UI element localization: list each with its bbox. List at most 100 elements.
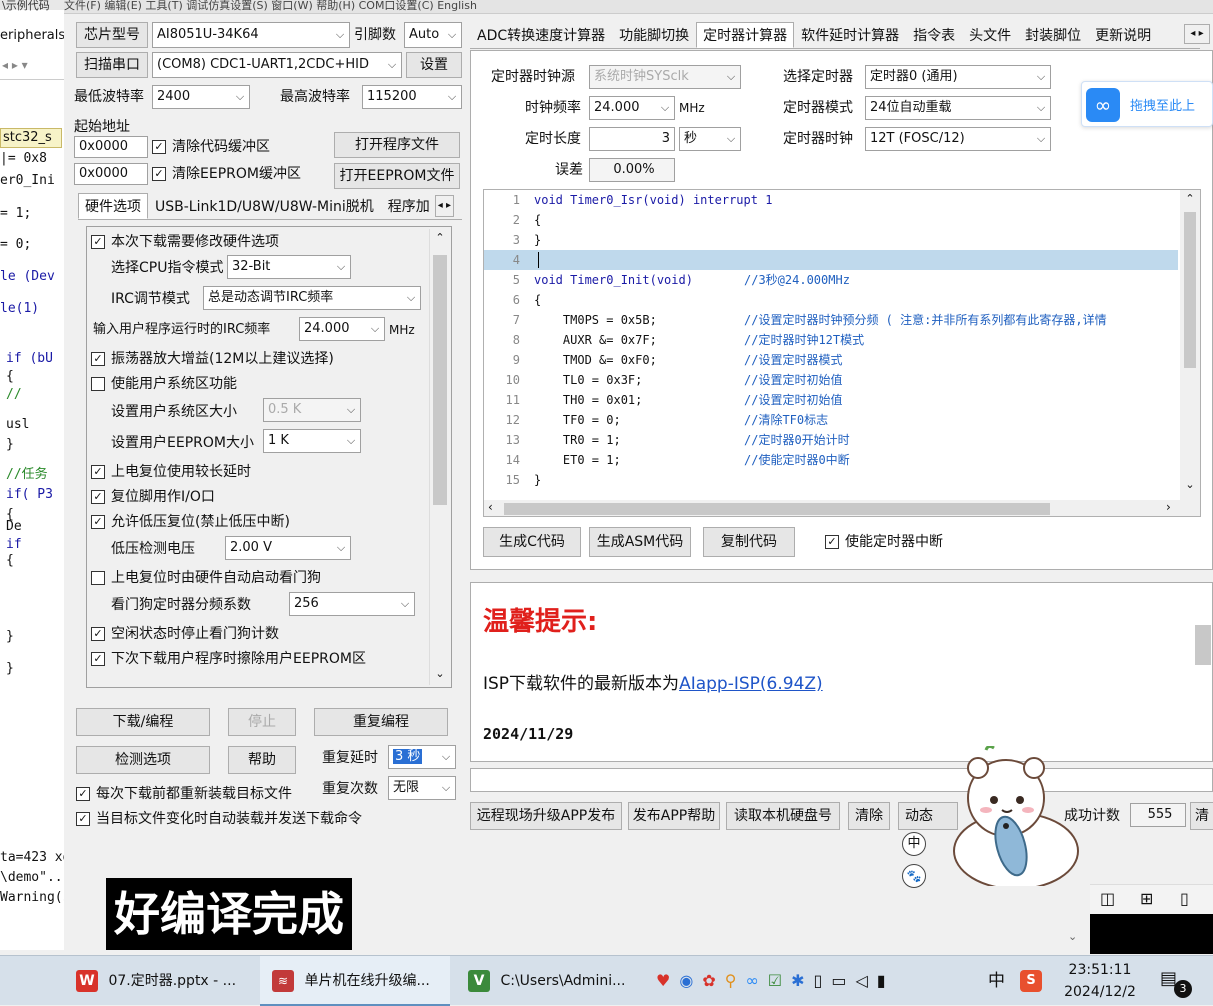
bg-file-tab[interactable]: stc32_s xyxy=(0,128,62,148)
tab-header-file[interactable]: 头文件 xyxy=(962,22,1018,48)
copy-code-button[interactable]: 复制代码 xyxy=(703,527,795,557)
max-baud-select[interactable]: 115200 ⌵ xyxy=(362,85,462,109)
generated-code-editor[interactable]: 1 void Timer0_Isr(void) interrupt 1 2{3} 4 5… xyxy=(483,189,1201,517)
open-program-button[interactable]: 打开程序文件 xyxy=(334,132,460,158)
taskbar-item-explorer[interactable]: V C:\Users\Admini... xyxy=(468,956,638,1006)
scroll-up-icon[interactable]: ⌃ xyxy=(430,231,450,244)
ime-float-indicator[interactable]: 中 xyxy=(902,832,926,856)
stop-button[interactable]: 停止 xyxy=(228,708,296,736)
clock-source-select[interactable]: 系统时钟SYSclk ⌵ xyxy=(589,65,741,89)
user-system-size-select[interactable]: 0.5 K ⌵ xyxy=(263,398,361,422)
system-tray-icons[interactable]: ♥◉✿⚲∞☑✱▯▭◁▮ xyxy=(656,956,895,1006)
tab-instruction-table[interactable]: 指令表 xyxy=(906,22,962,48)
watchdog-idle-stop-checkbox[interactable]: ✓ 空闲状态时停止看门狗计数 xyxy=(91,625,279,643)
read-disk-id-button[interactable]: 读取本机硬盘号 xyxy=(726,802,840,830)
layout-panel-icon[interactable]: ◫ xyxy=(1100,889,1115,908)
tab-timer-calculator[interactable]: 定时器计算器 xyxy=(696,22,795,48)
publish-app-help-button[interactable]: 发布APP帮助 xyxy=(628,802,720,830)
irc-frequency-select[interactable]: 24.000 ⌵ xyxy=(299,317,385,341)
timer-unit-select[interactable]: 秒 ⌵ xyxy=(679,127,741,151)
osc-gain-checkbox[interactable]: ✓ 振荡器放大增益(12M以上建议选择) xyxy=(91,350,334,368)
repeat-count-select[interactable]: 无限 ⌵ xyxy=(388,776,456,800)
download-program-button[interactable]: 下载/编程 xyxy=(76,708,210,736)
tab-pin-switch[interactable]: 功能脚切换 xyxy=(612,22,696,48)
timer-clock-select[interactable]: 12T (FOSC/12) ⌵ xyxy=(865,127,1051,151)
modify-hardware-checkbox[interactable]: ✓ 本次下载需要修改硬件选项 xyxy=(91,233,279,251)
eeprom-address-input[interactable]: 0x0000 xyxy=(74,163,148,185)
scroll-down-icon[interactable]: ⌄ xyxy=(430,667,450,680)
tab-package-pins[interactable]: 封装脚位 xyxy=(1018,22,1088,48)
drag-upload-widget[interactable]: ∞ 拖拽至此上 xyxy=(1081,81,1213,127)
max-baud-label: 最高波特率 xyxy=(280,89,350,105)
generate-c-button[interactable]: 生成C代码 xyxy=(483,527,581,557)
reset-count-button[interactable]: 清零 xyxy=(1190,802,1213,830)
clear-eeprom-checkbox[interactable]: ✓ 清除EEPROM缓冲区 xyxy=(152,165,301,183)
book-view-icon[interactable]: ▯ xyxy=(1180,889,1189,908)
cpu-mode-select[interactable]: 32-Bit ⌵ xyxy=(227,255,351,279)
scrollbar-thumb[interactable] xyxy=(433,255,447,505)
tip-scrollbar-thumb[interactable] xyxy=(1195,625,1211,665)
long-reset-delay-checkbox[interactable]: ✓ 上电复位使用较长延时 xyxy=(91,463,251,481)
low-voltage-reset-checkbox[interactable]: ✓ 允许低压复位(禁止低压中断) xyxy=(91,513,290,531)
enable-timer-interrupt-checkbox[interactable]: ✓ 使能定时器中断 xyxy=(825,533,943,551)
tab-scroll-arrows[interactable]: ◂ ▸ xyxy=(434,195,455,217)
open-eeprom-button[interactable]: 打开EEPROM文件 xyxy=(334,163,460,189)
code-vertical-scrollbar[interactable]: ⌃ ⌄ xyxy=(1180,190,1200,500)
tab-program-add[interactable]: 程序加 xyxy=(381,193,435,219)
code-address-input[interactable]: 0x0000 xyxy=(74,136,148,158)
settings-button[interactable]: 设置 xyxy=(406,52,462,78)
pins-select[interactable]: Auto ⌵ xyxy=(404,22,462,48)
user-system-area-checkbox[interactable]: 使能用户系统区功能 xyxy=(91,375,237,393)
irc-mode-select[interactable]: 总是动态调节IRC频率 ⌵ xyxy=(203,286,421,310)
reset-pin-io-checkbox[interactable]: ✓ 复位脚用作I/O口 xyxy=(91,488,215,506)
tip-version-link[interactable]: AIapp-ISP(6.94Z) xyxy=(679,674,823,694)
taskbar-item-ppt[interactable]: W 07.定时器.pptx - ... xyxy=(76,956,246,1006)
chip-model-button[interactable]: 芯片型号 xyxy=(76,22,148,48)
com-port-select[interactable]: (COM8) CDC1-UART1,2CDC+HID ⌵ xyxy=(152,52,402,78)
code-hscroll-thumb[interactable] xyxy=(504,503,1050,515)
grid-view-icon[interactable]: ⊞ xyxy=(1140,889,1153,908)
lvd-voltage-select[interactable]: 2.00 V ⌵ xyxy=(225,536,351,560)
select-timer-select[interactable]: 定时器0 (通用) ⌵ xyxy=(865,65,1051,89)
user-eeprom-size-select[interactable]: 1 K ⌵ xyxy=(263,429,361,453)
sogou-icon[interactable]: S xyxy=(1020,956,1042,1006)
clock-date[interactable]: 2024/12/2 xyxy=(1060,982,1140,1002)
repeat-delay-select[interactable]: 3 秒 ⌵ xyxy=(388,745,456,769)
ime-indicator[interactable]: 中 xyxy=(988,956,1005,1006)
reload-each-checkbox[interactable]: ✓ 每次下载前都重新装载目标文件 xyxy=(76,785,292,803)
watchdog-auto-start-checkbox[interactable]: 上电复位时由硬件自动启动看门狗 xyxy=(91,569,321,587)
generate-asm-button[interactable]: 生成ASM代码 xyxy=(589,527,691,557)
clock-frequency-select[interactable]: 24.000 ⌵ xyxy=(589,96,675,120)
min-baud-select[interactable]: 2400 ⌵ xyxy=(152,85,250,109)
erase-eeprom-checkbox[interactable]: ✓ 下次下载用户程序时擦除用户EEPROM区 xyxy=(91,650,366,668)
tab-usb-link[interactable]: USB-Link1D/U8W/U8W-Mini脱机 xyxy=(148,193,381,219)
clear-code-checkbox[interactable]: ✓ 清除代码缓冲区 xyxy=(152,138,270,156)
auto-reload-checkbox[interactable]: ✓ 当目标文件变化时自动装载并发送下载命令 xyxy=(76,810,362,828)
tab-update-notes[interactable]: 更新说明 xyxy=(1088,22,1158,48)
check-options-button[interactable]: 检测选项 xyxy=(76,746,210,774)
clear-button[interactable]: 清除 xyxy=(848,802,890,830)
timer-length-input[interactable]: 3 xyxy=(589,127,675,151)
code-scrollbar-thumb[interactable] xyxy=(1184,212,1196,368)
taskbar-item-isp[interactable]: ≋ 单片机在线升级编... xyxy=(260,956,450,1006)
right-tab-scroll-arrows[interactable]: ◂ ▸ xyxy=(1184,24,1210,44)
scroll-up-icon[interactable]: ⌃ xyxy=(1180,192,1200,205)
paw-icon[interactable]: 🐾 xyxy=(902,864,926,888)
clock-time[interactable]: 23:51:11 xyxy=(1064,960,1136,980)
scroll-right-icon[interactable]: › xyxy=(1166,500,1171,514)
remote-upgrade-button[interactable]: 远程现场升级APP发布 xyxy=(470,802,622,830)
scroll-left-icon[interactable]: ‹ xyxy=(488,500,493,514)
repeat-program-button[interactable]: 重复编程 xyxy=(314,708,448,736)
scroll-down-icon[interactable]: ⌄ xyxy=(1068,930,1077,943)
scan-port-button[interactable]: 扫描串口 xyxy=(76,52,148,78)
help-button[interactable]: 帮助 xyxy=(228,746,296,774)
code-horizontal-scrollbar[interactable]: ‹ › xyxy=(484,500,1200,516)
tab-delay-calculator[interactable]: 软件延时计算器 xyxy=(794,22,906,48)
options-scrollbar[interactable]: ⌃ ⌄ xyxy=(429,229,449,685)
tab-hardware-options[interactable]: 硬件选项 xyxy=(78,193,148,219)
chip-model-select[interactable]: AI8051U-34K64 ⌵ xyxy=(152,22,350,48)
scroll-down-icon[interactable]: ⌄ xyxy=(1180,478,1200,491)
watchdog-divider-select[interactable]: 256 ⌵ xyxy=(289,592,415,616)
timer-mode-select[interactable]: 24位自动重载 ⌵ xyxy=(865,96,1051,120)
tab-adc-calculator[interactable]: ADC转换速度计算器 xyxy=(470,22,612,48)
